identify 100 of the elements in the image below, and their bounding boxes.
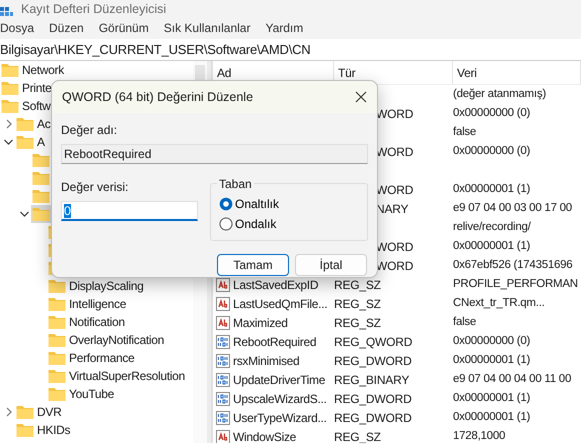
cancel-button[interactable]: İptal [295, 254, 367, 276]
tree-item[interactable]: Intelligence [69, 295, 126, 313]
tree-item[interactable]: Performance [69, 349, 134, 367]
table-cell[interactable]: UserTypeWizard... [233, 408, 327, 426]
column-header[interactable]: Veri [453, 61, 581, 84]
table-cell: relive/recording/ [453, 220, 531, 233]
value-data-field[interactable]: 0 [61, 201, 198, 221]
tree-item[interactable]: DVR [37, 403, 62, 421]
tree-item[interactable]: YouTube [69, 385, 114, 403]
table-cell: REG_BINARY [334, 372, 410, 386]
app-icon [0, 7, 13, 17]
radio-icon [219, 217, 233, 231]
folder-icon [48, 296, 66, 312]
table-cell: CNext_tr_TR.qm... [453, 296, 545, 309]
folder-icon [1, 98, 19, 114]
folder-icon [1, 62, 19, 78]
binary-value-icon [216, 392, 230, 406]
table-cell: WORD [376, 182, 414, 196]
folder-icon [16, 134, 34, 150]
table-cell: e9 07 04 00 03 00 17 00 [453, 202, 572, 214]
string-value-icon [216, 296, 230, 310]
menu-item[interactable]: Yardım [265, 19, 304, 37]
tree-item[interactable]: A [37, 133, 45, 151]
table-cell[interactable]: LastSavedExpID [233, 276, 318, 294]
folder-icon [32, 188, 50, 204]
table-cell: WORD [376, 144, 414, 158]
tree-item[interactable]: Printe [22, 79, 52, 97]
table-cell[interactable]: UpdateDriverTime [233, 370, 326, 388]
binary-value-icon [216, 372, 230, 386]
tree-item[interactable]: OverlayNotification [69, 331, 164, 349]
close-icon[interactable] [355, 91, 367, 103]
folder-icon [48, 386, 66, 402]
table-cell[interactable]: rsxMinimised [233, 352, 300, 370]
table-cell: REG_QWORD [334, 334, 412, 348]
tree-item[interactable]: DisplayScaling [69, 277, 144, 295]
ok-button[interactable]: Tamam [217, 254, 289, 276]
table-cell: REG_DWORD [334, 410, 412, 424]
tree-item[interactable]: VirtualSuperResolution [69, 367, 185, 385]
address-field[interactable]: Bilgisayar\HKEY_CURRENT_USER\Software\AMD\CN [0, 40, 310, 60]
table-cell: REG_DWORD [334, 392, 412, 406]
menu-item[interactable]: Düzen [49, 19, 84, 37]
radio-option[interactable]: Onaltılık [219, 194, 280, 214]
table-cell[interactable]: RebootRequired [233, 332, 316, 350]
table-cell: false [453, 316, 476, 328]
binary-value-icon [216, 410, 230, 424]
field-label: Değer verisi: [61, 179, 130, 196]
expand-icon[interactable] [4, 407, 12, 417]
tree-item[interactable]: Softw [22, 97, 51, 115]
table-cell: 0x67ebf526 (174351696 [453, 258, 572, 271]
radio-option[interactable]: Ondalık [219, 214, 276, 234]
collapse-icon[interactable] [20, 210, 29, 218]
folder-icon [48, 368, 66, 384]
table-cell[interactable]: Maximized [233, 314, 288, 332]
table-cell: WORD [376, 240, 414, 254]
tree-item[interactable]: Ac [37, 115, 50, 133]
expand-icon[interactable] [4, 119, 12, 129]
tree-item[interactable]: HKIDs [37, 421, 70, 439]
table-cell: PROFILE_PERFORMAN [453, 278, 578, 290]
binary-value-icon [216, 354, 230, 368]
table-cell[interactable]: UpscaleWizardS... [233, 390, 327, 408]
table-cell: (değer atanmamış) [453, 88, 546, 100]
folder-icon [32, 152, 50, 168]
tree-item[interactable]: Notification [69, 313, 125, 331]
table-cell: 0x00000001 (1) [453, 410, 530, 423]
table-cell: REG_DWORD [334, 354, 412, 368]
table-cell[interactable]: WindowSize [233, 428, 296, 443]
field-label: Değer adı: [61, 122, 118, 139]
folder-icon [48, 314, 66, 330]
tree-item[interactable]: Network [22, 61, 64, 79]
table-cell: e9 07 04 00 04 00 11 00 [453, 372, 572, 385]
radio-icon [219, 197, 233, 211]
menu-item[interactable]: Dosya [0, 19, 34, 37]
folder-icon [16, 404, 34, 420]
table-cell: REG_SZ [334, 430, 381, 443]
table-cell: REG_SZ [334, 278, 381, 292]
binary-value-icon [216, 334, 230, 348]
table-cell: 1728,1000 [453, 430, 506, 442]
menu-item[interactable]: Görünüm [98, 19, 149, 37]
folder-icon [1, 80, 19, 96]
menu-item[interactable]: Sık Kullanılanlar [164, 19, 250, 37]
table-cell: WORD [376, 258, 414, 272]
table-cell: false [453, 126, 476, 138]
folder-icon [48, 278, 66, 294]
table-cell: WORD [376, 106, 414, 120]
table-cell: REG_SZ [334, 296, 381, 310]
value-name-field[interactable]: RebootRequired [61, 144, 368, 164]
table-cell: 0x00000001 (1) [453, 354, 530, 366]
table-cell: 0x00000000 (0) [453, 106, 530, 119]
folder-icon [48, 350, 66, 366]
table-cell: REG_SZ [334, 316, 381, 330]
window-title: Kayıt Defteri Düzenleyicisi [21, 1, 166, 17]
folder-icon [16, 422, 34, 438]
table-cell: 0x00000001 (1) [453, 240, 530, 252]
table-cell: 0x00000000 (0) [453, 334, 530, 347]
table-cell: 0x00000000 (0) [453, 144, 530, 157]
string-value-icon [216, 316, 230, 330]
table-cell[interactable]: LastUsedQmFile... [233, 294, 328, 312]
collapse-icon[interactable] [4, 138, 13, 146]
folder-icon [32, 170, 50, 186]
table-cell: 0x00000001 (1) [453, 182, 530, 195]
